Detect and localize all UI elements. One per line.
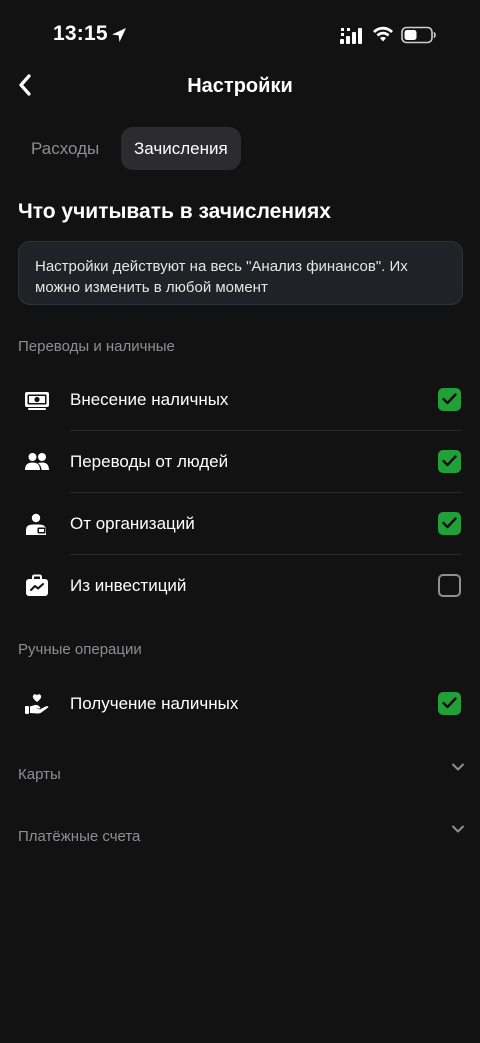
group-label-manual-operations: Ручные операции — [18, 641, 142, 658]
section-label-cards: Карты — [18, 766, 61, 783]
battery-icon — [401, 26, 436, 44]
wifi-icon — [373, 26, 393, 42]
cellular-signal-icon — [340, 28, 362, 44]
tab-income[interactable]: Зачисления — [121, 127, 241, 170]
checkmark-icon — [442, 517, 457, 529]
option-label: Получение наличных — [70, 694, 239, 713]
checkbox-checked[interactable] — [438, 450, 461, 473]
option-row-from-organizations[interactable]: От организаций — [0, 493, 480, 555]
option-label: Переводы от людей — [70, 452, 229, 471]
option-row-transfers-from-people[interactable]: Переводы от людей — [0, 431, 480, 493]
option-row-cash-receipt[interactable]: Получение наличных — [0, 673, 480, 735]
section-heading: Что учитывать в зачислениях — [18, 200, 331, 223]
option-label: От организаций — [70, 514, 195, 533]
option-label: Из инвестиций — [70, 576, 187, 595]
section-toggle-payment-accounts[interactable]: Платёжные счета — [0, 818, 480, 858]
group-label-transfers: Переводы и наличные — [18, 338, 175, 355]
status-time: 13:15 — [53, 22, 108, 45]
section-label-payment-accounts: Платёжные счета — [18, 828, 141, 845]
option-label: Внесение наличных — [70, 390, 229, 409]
people-icon — [25, 453, 49, 470]
page-title: Настройки — [187, 75, 293, 97]
checkmark-icon — [442, 393, 457, 405]
checkbox-unchecked[interactable] — [438, 574, 461, 597]
checkmark-icon — [442, 455, 457, 467]
checkbox-checked[interactable] — [438, 388, 461, 411]
option-row-cash-deposit[interactable]: Внесение наличных — [0, 369, 480, 431]
section-toggle-cards[interactable]: Карты — [0, 756, 480, 796]
checkbox-checked[interactable] — [438, 512, 461, 535]
chevron-down-icon — [452, 825, 464, 833]
tab-expenses[interactable]: Расходы — [18, 127, 112, 170]
chevron-down-icon — [452, 763, 464, 771]
organization-icon — [26, 513, 46, 535]
checkbox-checked[interactable] — [438, 692, 461, 715]
hand-heart-icon — [25, 694, 49, 714]
briefcase-icon — [26, 574, 48, 596]
info-box: Настройки действуют на весь "Анализ фина… — [18, 241, 463, 305]
info-text: Настройки действуют на весь "Анализ фина… — [35, 258, 408, 296]
location-arrow-icon — [112, 28, 126, 42]
checkmark-icon — [442, 697, 457, 709]
option-row-from-investments[interactable]: Из инвестиций — [0, 555, 480, 617]
status-bar: 13:15 — [0, 0, 480, 70]
cash-icon — [25, 392, 49, 410]
